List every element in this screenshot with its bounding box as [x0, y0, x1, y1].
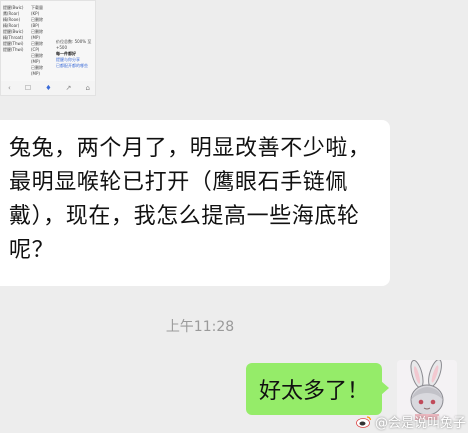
outgoing-message-bubble[interactable]: 好太多了！ [246, 363, 389, 415]
weibo-logo-icon [356, 416, 372, 428]
thumbnail-column-middle: 下载量 (KP) 已删除 (BP) 已删除 (MP) 已删除 (CP) 已删除 … [31, 5, 49, 77]
thumbnail-text: (MP) [31, 71, 40, 76]
home-icon: ⌂ [85, 84, 90, 92]
thumbnail-column-left: 提醒(Bwic) 鹰(Roar) 精(Rooe) 精(Roar) 提醒(Bwic… [3, 5, 27, 53]
thumbnail-toolbar: ‹ ☐ ♦ ↗ ⌂ [1, 81, 95, 95]
message-timestamp: 上午11:28 [165, 319, 235, 335]
back-icon: ‹ [8, 84, 11, 92]
outgoing-message-text: 好太多了！ [258, 379, 369, 404]
thumbnail-column-right: 价位总数: 500% 至 +500 每一件都好 提醒与你分享 已都配开都的哪些 [56, 39, 95, 69]
avatar[interactable] [397, 360, 457, 420]
location-pin-icon: ♦ [45, 84, 52, 92]
incoming-message-bubble[interactable]: 兔兔，两个月了，明显改善不少啦，最明显喉轮已打开（鹰眼石手链佩戴），现在，我怎么… [0, 120, 390, 286]
watermark-text: @会是说叫兔子 [374, 416, 466, 431]
thumbnail-link: 已都配开都的哪些 [56, 63, 88, 68]
thumbnail-text: 提醒(Thwi) [3, 47, 24, 52]
square-icon: ☐ [24, 84, 32, 92]
weibo-watermark: @会是说叫兔子 [356, 412, 466, 431]
share-icon: ↗ [65, 84, 72, 92]
incoming-message-text: 兔兔，两个月了，明显改善不少啦，最明显喉轮已打开（鹰眼石手链佩戴），现在，我怎么… [9, 136, 371, 263]
bunny-avatar-icon [397, 360, 457, 420]
shared-screenshot-thumbnail[interactable]: 提醒(Bwic) 鹰(Roar) 精(Rooe) 精(Roar) 提醒(Bwic… [0, 0, 96, 96]
